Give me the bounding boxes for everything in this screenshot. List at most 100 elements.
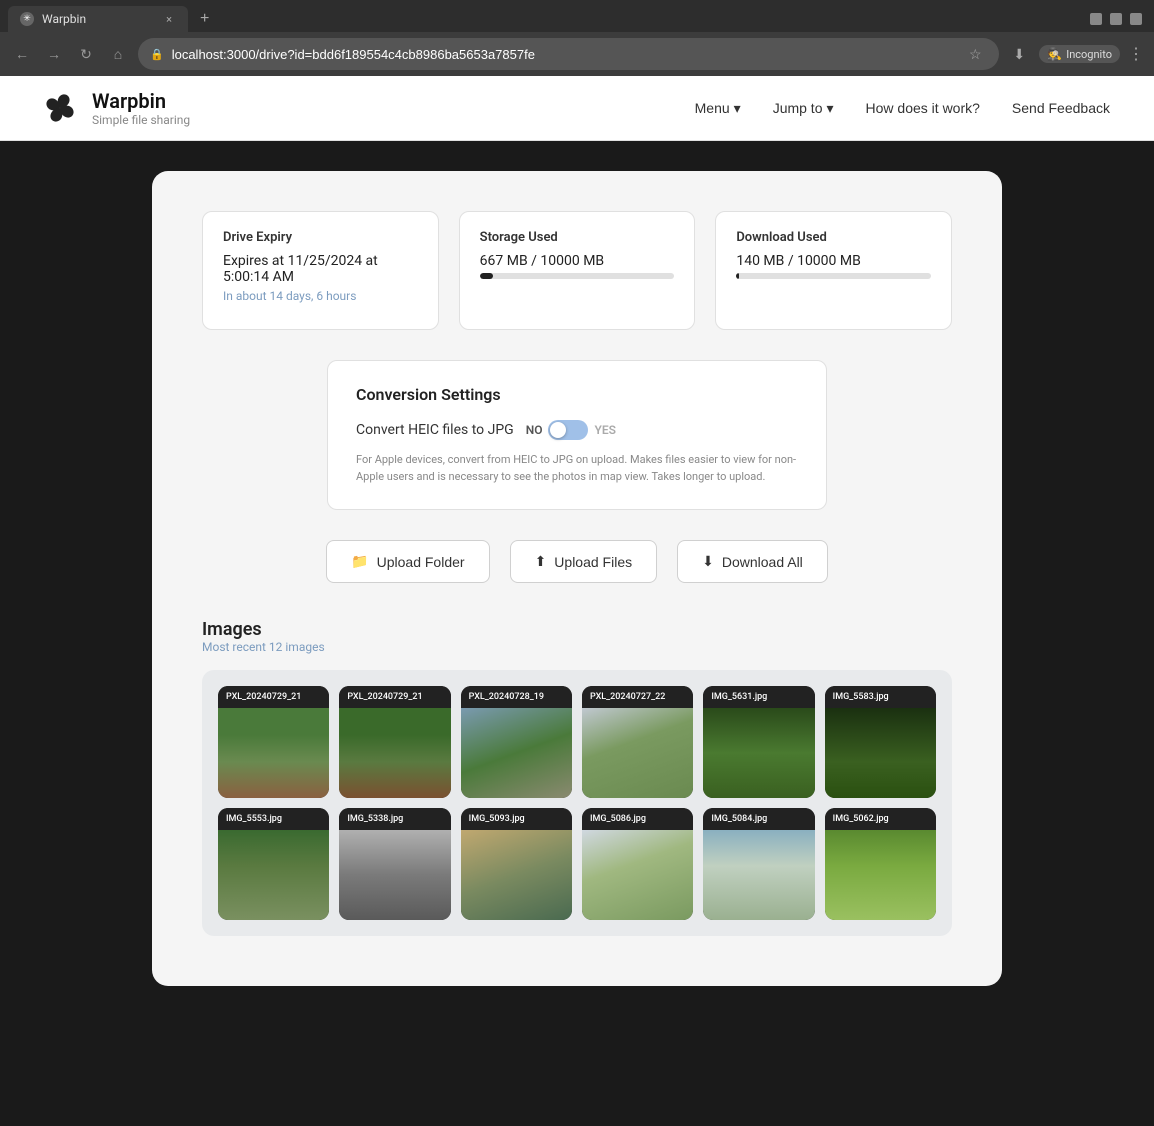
app-header: Warpbin Simple file sharing Menu ▾ Jump …: [0, 76, 1154, 141]
list-item[interactable]: IMG_5086.jpg: [582, 808, 693, 920]
home-button[interactable]: ⌂: [106, 42, 130, 66]
browser-tab-bar: ✳ Warpbin × +: [0, 0, 1154, 32]
tab-close-button[interactable]: ×: [162, 13, 176, 26]
list-item[interactable]: PXL_20240727_22: [582, 686, 693, 798]
upload-files-button[interactable]: ⬆ Upload Files: [510, 540, 658, 583]
window-minimize-button[interactable]: [1090, 13, 1102, 25]
nav-jumpto-button[interactable]: Jump to ▾: [769, 96, 838, 121]
app-name: Warpbin: [92, 89, 190, 113]
storage-used-title: Storage Used: [480, 230, 675, 245]
refresh-button[interactable]: ↻: [74, 42, 98, 66]
lock-icon: 🔒: [150, 48, 164, 61]
image-thumbnail: [825, 830, 936, 920]
images-title: Images: [202, 619, 952, 640]
image-thumbnail: [703, 830, 814, 920]
image-thumbnail: [461, 830, 572, 920]
toggle-group: NO YES: [526, 420, 616, 440]
storage-used-value: 667 MB / 10000 MB: [480, 253, 675, 269]
list-item[interactable]: IMG_5553.jpg: [218, 808, 329, 920]
upload-folder-label: Upload Folder: [377, 554, 465, 570]
download-used-value: 140 MB / 10000 MB: [736, 253, 931, 269]
tab-favicon: ✳: [20, 12, 34, 26]
browser-menu-button[interactable]: ⋮: [1128, 44, 1144, 64]
browser-tab[interactable]: ✳ Warpbin ×: [8, 6, 188, 32]
download-all-button[interactable]: ⬇ Download All: [677, 540, 828, 583]
upload-files-label: Upload Files: [554, 554, 632, 570]
nav-howworks-button[interactable]: How does it work?: [862, 96, 984, 120]
incognito-label: Incognito: [1066, 48, 1112, 61]
image-thumbnail: [218, 708, 329, 798]
nav-feedback-label: Send Feedback: [1012, 100, 1110, 116]
list-item[interactable]: PXL_20240729_21: [339, 686, 450, 798]
list-item[interactable]: IMG_5062.jpg: [825, 808, 936, 920]
drive-expiry-value: Expires at 11/25/2024 at 5:00:14 AM: [223, 253, 418, 285]
action-buttons-row: 📁 Upload Folder ⬆ Upload Files ⬇ Downloa…: [202, 540, 952, 583]
image-label: PXL_20240728_19: [461, 686, 572, 708]
nav-feedback-button[interactable]: Send Feedback: [1008, 96, 1114, 120]
app-logo: Warpbin Simple file sharing: [40, 88, 190, 128]
new-tab-button[interactable]: +: [192, 6, 217, 32]
image-label: PXL_20240729_21: [339, 686, 450, 708]
window-restore-button[interactable]: [1110, 13, 1122, 25]
image-thumbnail: [461, 708, 572, 798]
list-item[interactable]: PXL_20240728_19: [461, 686, 572, 798]
nav-jumpto-chevron-icon: ▾: [827, 100, 834, 117]
conversion-row: Convert HEIC files to JPG NO YES: [356, 420, 798, 440]
warpbin-logo-icon: [40, 88, 80, 128]
window-close-button[interactable]: [1130, 13, 1142, 25]
toggle-no-label: NO: [526, 423, 543, 437]
nav-jumpto-label: Jump to: [773, 100, 823, 116]
images-subtitle: Most recent 12 images: [202, 640, 952, 654]
image-thumbnail: [582, 830, 693, 920]
image-label: IMG_5084.jpg: [703, 808, 814, 830]
conversion-title: Conversion Settings: [356, 385, 798, 404]
image-thumbnail: [703, 708, 814, 798]
url-input[interactable]: [172, 47, 956, 62]
list-item[interactable]: IMG_5631.jpg: [703, 686, 814, 798]
back-button[interactable]: ←: [10, 42, 34, 66]
list-item[interactable]: PXL_20240729_21: [218, 686, 329, 798]
tab-title: Warpbin: [42, 12, 154, 26]
image-thumbnail: [582, 708, 693, 798]
image-label: IMG_5093.jpg: [461, 808, 572, 830]
image-label: IMG_5062.jpg: [825, 808, 936, 830]
download-all-label: Download All: [722, 554, 803, 570]
image-label: IMG_5553.jpg: [218, 808, 329, 830]
image-label: IMG_5338.jpg: [339, 808, 450, 830]
image-label: IMG_5631.jpg: [703, 686, 814, 708]
image-label: IMG_5583.jpg: [825, 686, 936, 708]
images-grid-container: PXL_20240729_21 PXL_20240729_21 PXL_2024…: [202, 670, 952, 936]
toggle-thumb: [550, 422, 566, 438]
image-label: PXL_20240729_21: [218, 686, 329, 708]
stats-row: Drive Expiry Expires at 11/25/2024 at 5:…: [202, 211, 952, 330]
heic-toggle-switch[interactable]: [548, 420, 588, 440]
list-item[interactable]: IMG_5583.jpg: [825, 686, 936, 798]
conversion-label: Convert HEIC files to JPG: [356, 422, 514, 438]
content-card: Drive Expiry Expires at 11/25/2024 at 5:…: [152, 171, 1002, 986]
image-thumbnail: [218, 830, 329, 920]
toggle-yes-label: YES: [594, 423, 615, 437]
image-thumbnail: [339, 830, 450, 920]
browser-download-button[interactable]: ⬇: [1007, 42, 1031, 66]
download-progress-fill: [736, 273, 739, 279]
download-progress-bar: [736, 273, 931, 279]
browser-chrome: ✳ Warpbin × + ← → ↻ ⌂ 🔒 ☆ ⬇ 🕵 Incognito …: [0, 0, 1154, 76]
conversion-description: For Apple devices, convert from HEIC to …: [356, 452, 798, 485]
stat-card-storage-used: Storage Used 667 MB / 10000 MB: [459, 211, 696, 330]
bookmark-button[interactable]: ☆: [963, 42, 987, 66]
incognito-badge: 🕵 Incognito: [1039, 45, 1120, 63]
image-thumbnail: [339, 708, 450, 798]
upload-folder-button[interactable]: 📁 Upload Folder: [326, 540, 489, 583]
list-item[interactable]: IMG_5093.jpg: [461, 808, 572, 920]
image-label: IMG_5086.jpg: [582, 808, 693, 830]
image-label: PXL_20240727_22: [582, 686, 693, 708]
folder-upload-icon: 📁: [351, 553, 368, 570]
list-item[interactable]: IMG_5084.jpg: [703, 808, 814, 920]
stat-card-drive-expiry: Drive Expiry Expires at 11/25/2024 at 5:…: [202, 211, 439, 330]
drive-expiry-title: Drive Expiry: [223, 230, 418, 245]
file-upload-icon: ⬆: [535, 553, 547, 570]
forward-button[interactable]: →: [42, 42, 66, 66]
nav-menu-label: Menu: [695, 100, 730, 116]
list-item[interactable]: IMG_5338.jpg: [339, 808, 450, 920]
nav-menu-button[interactable]: Menu ▾: [691, 96, 745, 121]
